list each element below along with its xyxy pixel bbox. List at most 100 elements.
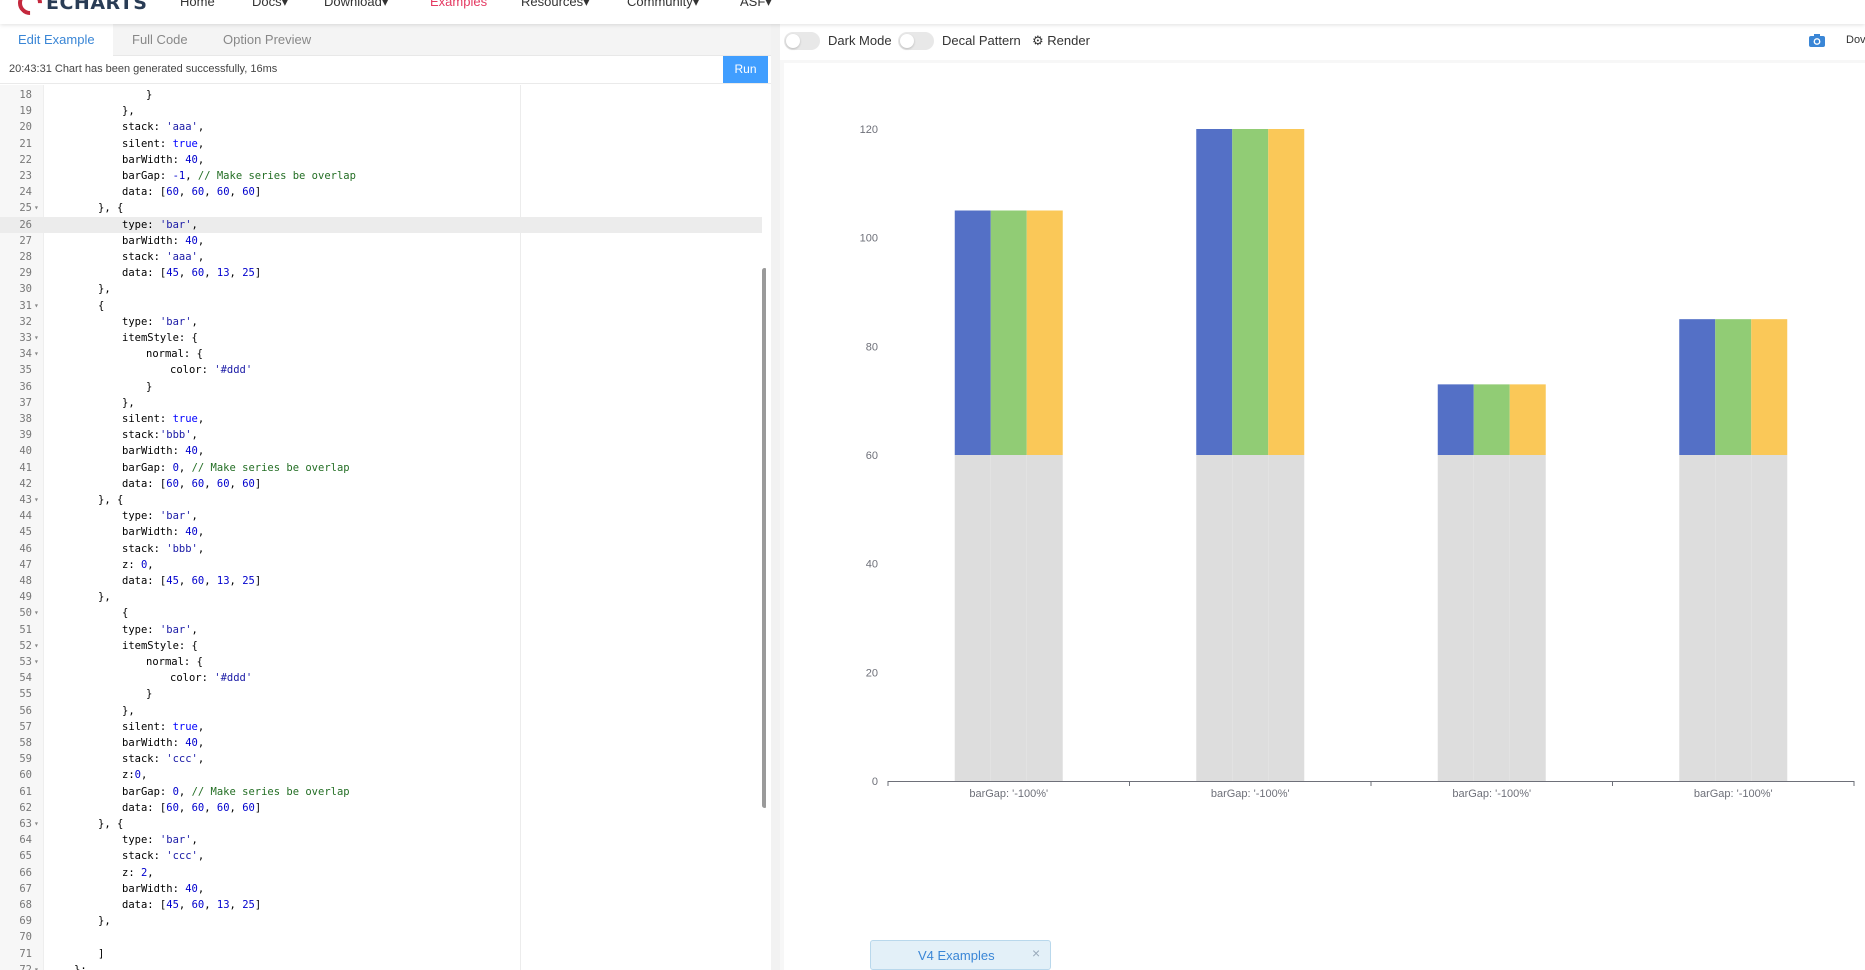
line-number: 67	[19, 882, 32, 895]
v4-examples-button[interactable]: V4 Examples ×	[870, 940, 1051, 970]
stacked-bar[interactable]	[954, 210, 991, 456]
y-tick-label: 120	[860, 124, 878, 136]
nav-item-4[interactable]: Resources▾	[521, 0, 590, 10]
stacked-bar[interactable]	[1196, 129, 1233, 455]
decal-pattern-toggle[interactable]	[898, 32, 934, 50]
code-area[interactable]: 18} 19}, 20 stack: 'aaa', 21 silent: true, 22 b…	[0, 85, 766, 970]
code-token: 45	[166, 575, 179, 587]
fold-arrow-icon[interactable]: ▾	[34, 816, 42, 832]
code-line: 54 color: '#ddd'	[0, 670, 762, 686]
code-line: 27 barWidth: 40,	[0, 233, 762, 249]
code-line: 37},	[0, 395, 762, 411]
code-token: ,	[197, 737, 205, 749]
line-number: 24	[19, 186, 32, 199]
status-bar: 20:43:31 Chart has been generated succes…	[0, 56, 771, 84]
camera-icon[interactable]	[1808, 33, 1826, 48]
code-line: 47 z: 0,	[0, 557, 762, 573]
stacked-bar[interactable]	[1715, 319, 1752, 455]
tab-edit-example[interactable]: Edit Example	[0, 24, 113, 56]
fold-arrow-icon[interactable]: ▾	[34, 330, 42, 346]
code-token: true	[172, 137, 198, 150]
stacked-bar[interactable]	[1437, 384, 1474, 455]
fold-arrow-icon[interactable]: ▾	[34, 492, 42, 508]
run-button[interactable]: Run	[723, 56, 768, 83]
stacked-bar[interactable]	[990, 210, 1027, 456]
stacked-bar[interactable]	[1751, 319, 1788, 455]
code-token: 25	[242, 899, 255, 911]
stacked-bar[interactable]	[1473, 384, 1510, 455]
code-token: ,	[178, 899, 192, 911]
panel-splitter[interactable]	[771, 24, 780, 970]
close-icon[interactable]: ×	[1032, 945, 1040, 961]
code-token: ]	[254, 575, 262, 587]
code-token: data: [	[122, 477, 167, 490]
stacked-bar[interactable]	[1026, 210, 1063, 456]
code-token: ,	[229, 477, 243, 490]
code-token: silent:	[122, 137, 173, 150]
editor-scrollbar[interactable]	[762, 268, 766, 808]
code-token: '#ddd'	[214, 364, 253, 377]
code-token: color:	[170, 672, 215, 685]
line-number: 18	[19, 89, 32, 101]
code-text: data: [60, 60, 60, 60]	[122, 800, 261, 816]
line-number: 44	[19, 510, 32, 523]
stacked-bar[interactable]	[1268, 129, 1305, 455]
code-token: }	[146, 688, 153, 701]
nav-item-5[interactable]: Community▾	[627, 0, 699, 10]
fold-arrow-icon[interactable]: ▾	[34, 638, 42, 654]
code-token: 60	[166, 801, 179, 814]
stacked-bar[interactable]	[1509, 384, 1546, 455]
code-token: ,	[229, 186, 243, 199]
code-line: 50 ▾ {	[0, 605, 762, 621]
line-number: 20	[19, 121, 32, 134]
line-number: 69	[19, 915, 32, 928]
render-menu[interactable]: ⚙ Render	[1032, 33, 1090, 49]
line-number: 29	[19, 267, 32, 280]
line-number: 52	[19, 639, 32, 652]
echarts-logo[interactable]: ECHARTS	[13, 0, 147, 20]
fold-arrow-icon[interactable]: ▾	[34, 200, 42, 216]
stacked-bar[interactable]	[1679, 319, 1716, 455]
code-token: 'bar'	[159, 623, 192, 636]
code-token: barGap:	[122, 785, 173, 798]
dark-mode-toggle[interactable]	[784, 32, 820, 50]
stacked-bar[interactable]	[1232, 129, 1269, 455]
code-text: },	[122, 103, 135, 119]
line-number: 19	[19, 105, 32, 118]
line-number: 63	[19, 818, 32, 830]
bar-chart: 0 20 40 60 80 100 120 barGap: '-100%' barGap: '-…	[860, 124, 1855, 800]
dark-mode-label: Dark Mode	[828, 33, 892, 48]
fold-arrow-icon[interactable]: ▾	[34, 298, 42, 314]
tab-full-code[interactable]: Full Code	[114, 24, 206, 56]
code-token: stack:	[122, 251, 167, 263]
y-tick-label: 20	[866, 667, 878, 679]
code-line: 30},	[0, 281, 762, 297]
code-token: ,	[204, 267, 217, 280]
code-line: 60 z:0,	[0, 767, 762, 783]
code-token: ,	[147, 558, 154, 571]
fold-arrow-icon[interactable]: ▾	[34, 346, 42, 362]
code-text: {	[98, 298, 104, 314]
fold-arrow-icon[interactable]: ▾	[34, 962, 42, 970]
nav-item-0[interactable]: Home	[180, 0, 215, 9]
nav-item-2[interactable]: Download▾	[324, 0, 388, 10]
line-number: 70	[19, 931, 32, 944]
nav-item-1[interactable]: Docs▾	[252, 0, 288, 10]
fold-arrow-icon[interactable]: ▾	[34, 605, 42, 621]
nav-item-3[interactable]: Examples	[430, 0, 487, 9]
x-category-label: barGap: '-100%'	[1694, 788, 1773, 800]
code-token: barWidth:	[122, 737, 186, 749]
code-token: ,	[178, 785, 192, 798]
code-token: ,	[178, 267, 192, 280]
code-line: 63 ▾}, {	[0, 816, 762, 832]
code-line: 18}	[0, 87, 762, 103]
code-line: 45 barWidth: 40,	[0, 524, 762, 540]
nav-item-6[interactable]: ASF▾	[740, 0, 772, 10]
download-label[interactable]: Dov	[1846, 34, 1865, 46]
tab-option-preview[interactable]: Option Preview	[205, 24, 329, 56]
code-token: }	[146, 380, 153, 393]
fold-arrow-icon[interactable]: ▾	[34, 654, 42, 670]
code-line: 39 stack:'bbb',	[0, 427, 762, 443]
code-text: itemStyle: {	[122, 638, 198, 654]
code-token: }	[146, 89, 153, 101]
